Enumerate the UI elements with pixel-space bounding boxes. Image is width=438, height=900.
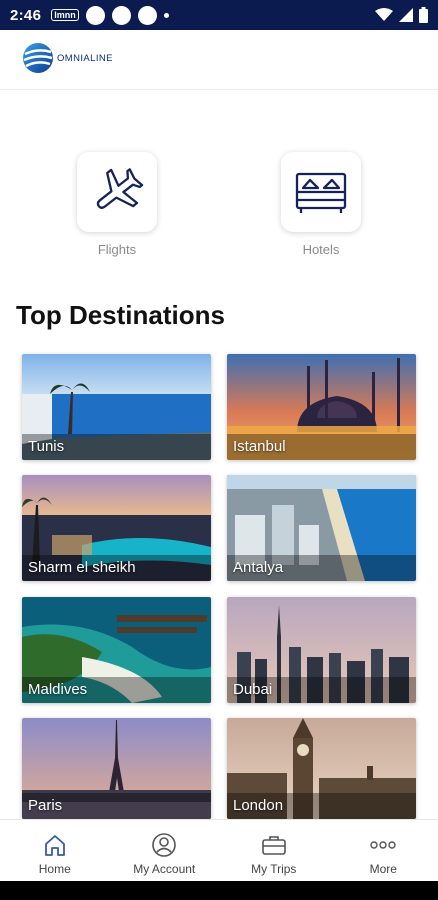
destination-card-sharm-el-sheikh[interactable]: Sharm el sheikh [22, 475, 211, 581]
more-icon [370, 832, 396, 858]
hotels-label: Hotels [302, 242, 340, 257]
home-icon [43, 832, 67, 858]
destination-name: Dubai [233, 681, 273, 698]
nav-my-trips[interactable]: My Trips [219, 820, 329, 882]
wifi-icon [375, 8, 393, 21]
hotels-button[interactable]: Hotels [279, 152, 363, 257]
nav-my-account-label: My Account [133, 862, 196, 876]
system-navigation-bar [0, 881, 438, 900]
bed-icon [295, 172, 347, 213]
nav-home-label: Home [38, 862, 71, 876]
notification-circle-icon [111, 5, 131, 25]
battery-icon [419, 7, 428, 23]
omnialine-logo: OMNIALINE [22, 41, 113, 75]
status-time: 2:46 [10, 6, 42, 24]
globe-logo-icon [23, 43, 53, 73]
notification-icons: lmnn [51, 5, 169, 25]
nav-my-trips-label: My Trips [251, 862, 297, 876]
airplane-icon [96, 168, 144, 209]
status-bar: 2:46 lmnn [0, 0, 438, 30]
destination-name: Tunis [28, 438, 65, 455]
flights-button[interactable]: Flights [75, 152, 159, 257]
destination-name: London [233, 797, 284, 814]
logo-text: OMNIALINE [57, 52, 113, 64]
nav-more[interactable]: More [329, 820, 438, 882]
hotels-tile[interactable] [281, 152, 361, 232]
notification-circle-icon [137, 5, 157, 25]
flights-tile[interactable] [77, 152, 157, 232]
notification-tag-icon: lmnn [51, 9, 79, 21]
destination-card-london[interactable]: London [227, 718, 416, 819]
destination-card-dubai[interactable]: Dubai [227, 597, 416, 703]
signal-icon [399, 8, 413, 22]
app-header: OMNIALINE [0, 30, 438, 90]
destination-name: Antalya [233, 559, 284, 576]
destination-name: Paris [28, 797, 63, 814]
more-notifications-dot-icon [163, 12, 169, 18]
nav-home[interactable]: Home [0, 820, 110, 882]
system-status-icons [375, 7, 428, 23]
destination-name: Maldives [28, 681, 88, 698]
destination-card-tunis[interactable]: Tunis [22, 354, 211, 460]
account-icon [151, 832, 177, 858]
destination-name: Istanbul [233, 438, 286, 455]
nav-my-account[interactable]: My Account [110, 820, 220, 882]
destination-card-antalya[interactable]: Antalya [227, 475, 416, 581]
flights-label: Flights [97, 242, 137, 257]
briefcase-icon [261, 832, 287, 858]
bottom-navigation: Home My Account My Trips More [0, 819, 438, 882]
nav-more-label: More [369, 862, 397, 876]
notification-circle-icon [85, 5, 105, 25]
top-destinations-heading: Top Destinations [16, 300, 225, 330]
destination-name: Sharm el sheikh [28, 559, 136, 576]
destination-card-istanbul[interactable]: Istanbul [227, 354, 416, 460]
destination-card-maldives[interactable]: Maldives [22, 597, 211, 703]
destination-card-paris[interactable]: Paris [22, 718, 211, 819]
